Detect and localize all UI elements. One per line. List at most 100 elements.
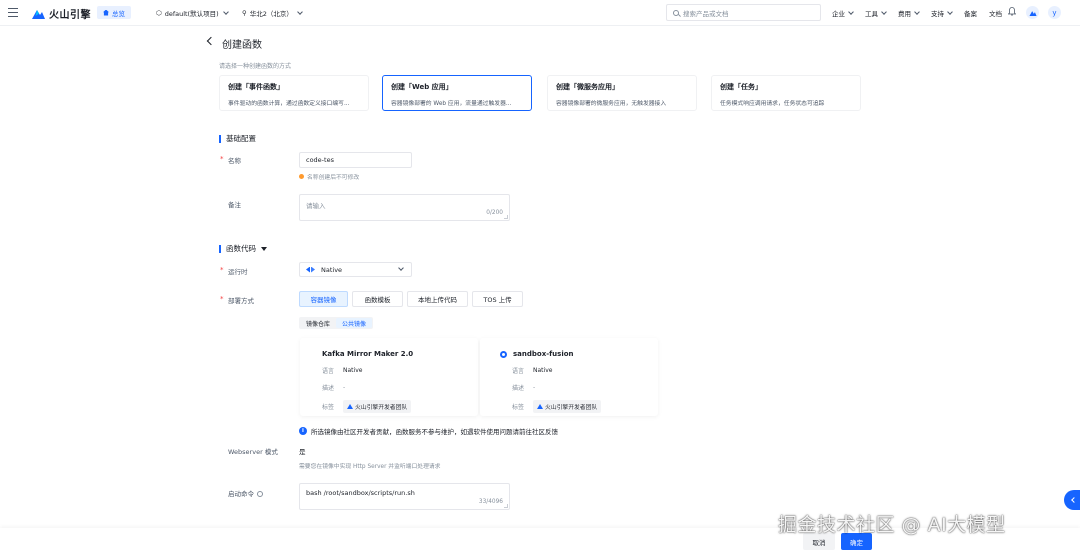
- card-web-app[interactable]: 创建「Web 应用」 容器镜像部署的 Web 应用，流量通过触发器...: [382, 75, 532, 111]
- project-icon: ⬡: [156, 9, 162, 17]
- logo-text: 火山引擎: [49, 10, 91, 21]
- deploy-option-tos-upload[interactable]: TOS 上传: [472, 291, 523, 307]
- nav-label: 工具: [865, 10, 878, 18]
- section-marker: [219, 244, 221, 253]
- image-name-row: sandbox-fusion: [500, 350, 636, 358]
- remark-label: 备注: [228, 201, 241, 209]
- image-card-sandbox-fusion[interactable]: sandbox-fusion 语言 Native 描述 - 标签 火山引擎开发者团队: [480, 338, 658, 416]
- logo[interactable]: 火山引擎: [32, 6, 91, 21]
- project-selector[interactable]: ⬡ default(默认项目): [156, 8, 229, 18]
- collapse-side-panel-button[interactable]: [1064, 490, 1080, 510]
- image-lang-row: 语言 Native: [500, 366, 636, 375]
- help-icon[interactable]: [257, 491, 263, 497]
- deploy-option-local-upload[interactable]: 本地上传代码: [407, 291, 468, 307]
- name-field[interactable]: code-tes: [299, 152, 412, 168]
- desc-label: 描述: [322, 385, 335, 392]
- resize-handle-icon[interactable]: [504, 504, 508, 508]
- user-avatar[interactable]: y: [1048, 6, 1061, 19]
- home-label: 总览: [112, 9, 125, 18]
- lang-value: Native: [343, 367, 363, 374]
- remark-counter: 0/200: [486, 210, 503, 216]
- watermark-text: 掘金技术社区 @ AI大模型: [778, 514, 1006, 536]
- tab-public-image[interactable]: 公共镜像: [336, 318, 373, 328]
- resize-handle-icon[interactable]: [504, 215, 508, 219]
- name-warning: 名称创建后不可修改: [299, 172, 359, 181]
- startup-label: 启动命令: [228, 488, 263, 498]
- tag-value: 火山引擎开发者团队: [545, 405, 598, 411]
- bell-icon[interactable]: [1008, 7, 1016, 16]
- region-selector[interactable]: ⚲ 华北2（北京）: [242, 8, 303, 18]
- location-icon: ⚲: [242, 9, 247, 17]
- image-name: sandbox-fusion: [513, 350, 574, 358]
- volcano-badge-icon[interactable]: [1026, 6, 1039, 19]
- card-title: 创建「微服务应用」: [556, 83, 619, 91]
- nav-label: 备案: [964, 10, 977, 18]
- image-tag-row: 标签 火山引擎开发者团队: [500, 400, 636, 413]
- image-name: Kafka Mirror Maker 2.0: [322, 350, 414, 358]
- card-microservice-app[interactable]: 创建「微服务应用」 容器镜像部署的微服务应用，无触发器接入: [547, 75, 697, 111]
- image-source-tabs: 镜像仓库 公共镜像: [299, 317, 374, 329]
- nav-label: 文档: [989, 10, 1002, 18]
- card-desc: 任务模式响应调用请求，任务状态可追踪: [720, 101, 825, 107]
- tag-badge: 火山引擎开发者团队: [343, 400, 412, 413]
- remark-textarea[interactable]: 请输入 0/200: [299, 194, 510, 221]
- warning-text: 名称创建后不可修改: [307, 175, 360, 181]
- menu-icon[interactable]: [8, 8, 18, 17]
- native-runtime-icon: [306, 266, 316, 273]
- desc-value: -: [533, 384, 536, 391]
- runtime-value: Native: [321, 265, 343, 274]
- card-desc: 容器镜像部署的 Web 应用，流量通过触发器...: [391, 101, 512, 107]
- nav-billing[interactable]: 费用: [898, 8, 920, 18]
- deploy-option-container-image[interactable]: 容器镜像: [299, 291, 348, 307]
- startup-command-value: bash /root/sandbox/scripts/run.sh: [306, 489, 415, 497]
- chevron-down-icon: [947, 9, 953, 15]
- lang-label: 语言: [512, 368, 525, 375]
- tag-label: 标签: [512, 404, 525, 411]
- name-value: code-tes: [306, 156, 334, 164]
- webserver-hint: 需要您在镜像中实现 Http Server 并监听端口处理请求: [299, 464, 441, 470]
- info-icon: i: [299, 427, 307, 435]
- section-basic-config: 基础配置: [219, 133, 256, 144]
- nav-tools[interactable]: 工具: [865, 8, 887, 18]
- runtime-select[interactable]: Native: [299, 262, 412, 277]
- page-title: 创建函数: [222, 40, 262, 51]
- section-marker: [219, 134, 221, 143]
- card-task[interactable]: 创建「任务」 任务模式响应调用请求，任务状态可追踪: [711, 75, 861, 111]
- card-title: 创建「事件函数」: [228, 83, 284, 91]
- section-function-code[interactable]: 函数代码: [219, 243, 267, 254]
- webserver-label: Webserver 模式: [228, 448, 278, 456]
- required-mark: *: [220, 295, 224, 303]
- nav-filing[interactable]: 备案: [964, 8, 977, 18]
- webserver-value: 是: [299, 448, 306, 456]
- volcano-logo-icon: [537, 404, 544, 409]
- card-event-function[interactable]: 创建「事件函数」 事件驱动的函数计算，通过函数定义接口编写...: [219, 75, 369, 111]
- home-button[interactable]: 总览: [97, 6, 131, 19]
- caret-down-icon: [261, 246, 267, 251]
- selected-radio[interactable]: [500, 350, 507, 358]
- nav-support[interactable]: 支持: [931, 8, 953, 18]
- image-desc-row: 描述 -: [500, 383, 636, 392]
- image-lang-row: 语言 Native: [322, 366, 456, 375]
- lang-value: Native: [533, 367, 553, 374]
- nav-label: 支持: [931, 10, 944, 18]
- section-title: 基础配置: [226, 134, 256, 143]
- startup-label-text: 启动命令: [228, 490, 254, 498]
- volcano-logo-icon: [347, 404, 354, 409]
- desc-value: -: [343, 384, 346, 391]
- deploy-option-template[interactable]: 函数模板: [352, 291, 403, 307]
- image-card-kafka[interactable]: Kafka Mirror Maker 2.0 语言 Native 描述 - 标签 火山…: [300, 338, 478, 416]
- startup-command-textarea[interactable]: bash /root/sandbox/scripts/run.sh 33/409…: [299, 483, 510, 510]
- back-arrow-icon[interactable]: [206, 36, 216, 46]
- chevron-left-icon: [1071, 497, 1077, 503]
- nav-enterprise[interactable]: 企业: [832, 8, 854, 18]
- tag-value: 火山引擎开发者团队: [355, 405, 408, 411]
- nav-docs[interactable]: 文档: [989, 8, 1002, 18]
- tab-image-repo[interactable]: 镜像仓库: [300, 318, 336, 328]
- chevron-down-icon: [297, 9, 303, 15]
- project-name: default(默认项目): [164, 10, 219, 18]
- global-search-input[interactable]: 搜索产品或文档: [666, 4, 821, 21]
- nav-label: 费用: [898, 10, 911, 18]
- card-title: 创建「Web 应用」: [391, 83, 453, 91]
- deploy-label: 部署方式: [228, 297, 254, 305]
- top-nav-links: 企业 工具 费用 支持 备案 文档: [832, 8, 1002, 18]
